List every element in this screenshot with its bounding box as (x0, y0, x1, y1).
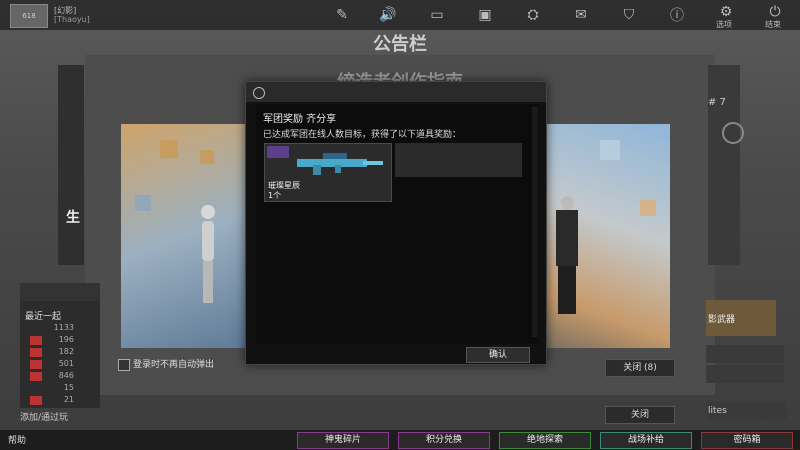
soldier-body (556, 210, 578, 266)
bag-icon[interactable]: ▣ (473, 3, 497, 27)
rank-icon (30, 336, 42, 345)
list-item[interactable]: 182 (30, 347, 100, 358)
elites-bar[interactable]: lites (706, 402, 786, 420)
gear-icon[interactable] (722, 122, 744, 144)
right-banner[interactable]: # 7 (708, 65, 740, 265)
cube-shape (135, 195, 151, 211)
weapon-promo[interactable]: 影武器 (706, 300, 776, 336)
rifle-icon (297, 153, 383, 175)
confirm-button[interactable]: 确认 (466, 347, 530, 363)
settings-label: 选项 (716, 20, 732, 29)
dialog-scrollbar[interactable] (532, 107, 538, 337)
rank-icon (30, 396, 42, 405)
auto-popup-checkbox[interactable] (118, 359, 130, 371)
list-item[interactable]: 501 (30, 359, 100, 370)
help-button[interactable]: 帮助 (8, 433, 26, 446)
exit-label: 结束 (765, 20, 781, 29)
ticket-icon[interactable]: ✉ (569, 3, 593, 27)
list-item[interactable]: 1133 (30, 323, 100, 334)
list-item[interactable]: 196 (30, 335, 100, 346)
user-profile[interactable]: 618 [幻影] [Thaoyu] (10, 4, 240, 28)
tab-points-exchange[interactable]: 积分兑换 (398, 432, 490, 449)
tab-explore[interactable]: 绝地探索 (499, 432, 591, 449)
avatar[interactable]: 618 (10, 4, 48, 28)
edit-icon[interactable]: ✎ (330, 3, 354, 27)
tab-cipher-box[interactable]: 密码箱 (701, 432, 793, 449)
rank-icon (30, 360, 42, 369)
item-count: 1个 (268, 191, 282, 200)
volume-icon[interactable]: 🔊 (376, 3, 400, 27)
dialog-message: 已达成军团在线人数目标，获得了以下道具奖励： (263, 130, 462, 140)
recent-label[interactable]: 最近一起 (25, 309, 61, 322)
weapon-promo-label: 影武器 (708, 315, 736, 325)
item-rarity-badge (267, 146, 289, 158)
cube-shape (640, 200, 656, 216)
right-list-bar[interactable] (706, 365, 784, 383)
controller-icon[interactable]: ⛭ (521, 3, 545, 27)
cube-shape (200, 150, 214, 164)
list-item[interactable]: 15 (30, 383, 100, 394)
empty-item-slot (395, 143, 522, 177)
alert-icon[interactable]: ⓘ (665, 3, 689, 27)
left-banner-char: 生 (66, 210, 80, 226)
rank-icon (30, 348, 42, 357)
list-item[interactable]: 21 (30, 395, 100, 406)
shield-icon[interactable]: ⛉ (617, 3, 641, 27)
recent-players-panel: 最近一起 1133 196 182 501 846 15 21 (20, 283, 100, 408)
tab-shards[interactable]: 神鬼碎片 (297, 432, 389, 449)
close-button[interactable]: 关闭 (605, 406, 675, 424)
dialog-content (256, 104, 539, 344)
cube-shape (600, 140, 620, 160)
panel-header (20, 283, 100, 301)
auto-popup-label: 登录时不再自动弹出 (133, 360, 215, 370)
add-friend-button[interactable]: 添加/通过玩 (20, 410, 68, 423)
dialog-titlebar (246, 82, 546, 102)
close-board-button[interactable]: 关闭 (8) (605, 359, 675, 377)
reward-dialog: 军团奖励 齐分享 已达成军团在线人数目标，获得了以下道具奖励： 璀璨星辰 1个 … (245, 81, 547, 365)
robot-head (201, 205, 215, 219)
robot-legs (203, 261, 213, 303)
cube-shape (160, 140, 178, 158)
soldier-legs (558, 266, 576, 314)
board-title: 公告栏 (373, 34, 427, 55)
artwork-left (121, 124, 249, 348)
right-banner-num: # 7 (708, 97, 726, 108)
tv-icon[interactable]: ▭ (425, 3, 449, 27)
robot-figure (195, 205, 221, 303)
rank-icon (30, 372, 42, 381)
steam-icon (253, 87, 265, 99)
soldier-head (561, 196, 574, 210)
dialog-title: 军团奖励 齐分享 (263, 114, 337, 125)
user-id: [Thaoyu] (54, 15, 90, 24)
reward-item[interactable]: 璀璨星辰 1个 (264, 143, 392, 202)
left-banner[interactable]: 生 (58, 65, 84, 265)
list-item[interactable]: 846 (30, 371, 100, 382)
robot-body (202, 221, 214, 261)
soldier-figure (552, 196, 582, 314)
right-list-bar[interactable] (706, 345, 784, 363)
tab-supply[interactable]: 战场补给 (600, 432, 692, 449)
